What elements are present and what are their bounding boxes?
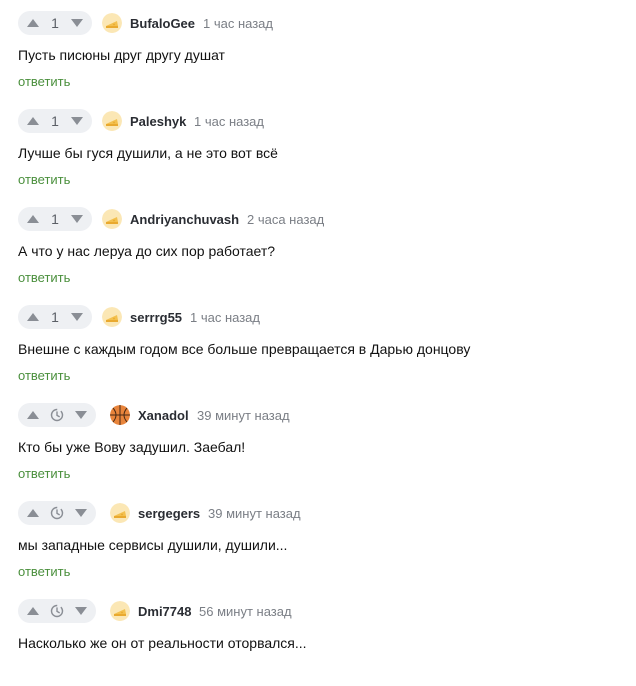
upvote-arrow-icon[interactable] [18, 305, 48, 329]
score-count: 1 [51, 113, 59, 129]
comment: 1 Paleshyk 1 час назад Лучше бы гуся душили… [0, 98, 636, 196]
cheese-avatar-icon[interactable] [102, 307, 122, 327]
score-count: 1 [51, 211, 59, 227]
cheese-avatar-icon[interactable] [110, 601, 130, 621]
comment-timestamp: 39 минут назад [197, 408, 290, 423]
author-name[interactable]: BufaloGee [130, 16, 195, 31]
comment-text: А что у нас леруа до сих пор работает? [18, 243, 276, 259]
author-name[interactable]: Andriyanchuvash [130, 212, 239, 227]
downvote-arrow-icon[interactable] [66, 403, 96, 427]
downvote-arrow-icon[interactable] [66, 501, 96, 525]
comment-timestamp: 39 минут назад [208, 506, 301, 521]
cheese-avatar-icon[interactable] [102, 111, 122, 131]
author-name[interactable]: Dmi7748 [138, 604, 191, 619]
vote-controls [18, 599, 96, 623]
downvote-arrow-icon[interactable] [66, 599, 96, 623]
cheese-avatar-icon[interactable] [110, 503, 130, 523]
reply-link[interactable]: ответить [18, 74, 70, 89]
vote-controls: 1 [18, 305, 92, 329]
reply-link[interactable]: ответить [18, 466, 70, 481]
downvote-arrow-icon[interactable] [62, 11, 92, 35]
comment-timestamp: 2 часа назад [247, 212, 325, 227]
upvote-arrow-icon[interactable] [18, 109, 48, 133]
vote-controls [18, 501, 96, 525]
comment-timestamp: 1 час назад [190, 310, 260, 325]
reply-link[interactable]: ответить [18, 270, 70, 285]
comment-text: Лучше бы гуся душили, а не это вот всё [18, 145, 278, 161]
comment-text: Кто бы уже Вову задушил. Заебал! [18, 439, 246, 455]
vote-controls: 1 [18, 207, 92, 231]
clock-icon [48, 501, 66, 525]
downvote-arrow-icon[interactable] [62, 207, 92, 231]
vote-controls: 1 [18, 109, 92, 133]
basketball-avatar-icon[interactable] [110, 405, 130, 425]
score-count: 1 [51, 15, 59, 31]
clock-icon [48, 403, 66, 427]
upvote-arrow-icon[interactable] [18, 207, 48, 231]
comments-list: 1 BufaloGee 1 час назад Пусть писюны друг д… [0, 0, 636, 660]
author-name[interactable]: Paleshyk [130, 114, 186, 129]
downvote-arrow-icon[interactable] [62, 305, 92, 329]
comment: 1 Andriyanchuvash 2 часа назад А что у нас … [0, 196, 636, 294]
comment-timestamp: 1 час назад [203, 16, 273, 31]
upvote-arrow-icon[interactable] [18, 11, 48, 35]
upvote-arrow-icon[interactable] [18, 599, 48, 623]
comment: 1 BufaloGee 1 час назад Пусть писюны друг д… [0, 0, 636, 98]
cheese-avatar-icon[interactable] [102, 13, 122, 33]
reply-link[interactable]: ответить [18, 368, 70, 383]
cheese-avatar-icon[interactable] [102, 209, 122, 229]
comment: Dmi7748 56 минут назад Насколько же он от … [0, 588, 636, 686]
comment-timestamp: 1 час назад [194, 114, 264, 129]
upvote-arrow-icon[interactable] [18, 501, 48, 525]
comment: 1 serrrg55 1 час назад Внешне с каждым годо… [0, 294, 636, 392]
downvote-arrow-icon[interactable] [62, 109, 92, 133]
comment-timestamp: 56 минут назад [199, 604, 292, 619]
reply-link[interactable]: ответить [18, 564, 70, 579]
comment: sergegers 39 минут назад мы западные серви… [0, 490, 636, 588]
comment: Xanadol 39 минут назад Кто бы уже Вову зад… [0, 392, 636, 490]
upvote-arrow-icon[interactable] [18, 403, 48, 427]
reply-link[interactable]: ответить [18, 172, 70, 187]
comment-text: Насколько же он от реальности оторвался.… [18, 635, 307, 651]
comment-text: Пусть писюны друг другу душат [18, 47, 225, 63]
author-name[interactable]: sergegers [138, 506, 200, 521]
author-name[interactable]: serrrg55 [130, 310, 182, 325]
vote-controls [18, 403, 96, 427]
score-count: 1 [51, 309, 59, 325]
clock-icon [48, 599, 66, 623]
author-name[interactable]: Xanadol [138, 408, 189, 423]
vote-controls: 1 [18, 11, 92, 35]
comment-text: мы западные сервисы душили, душили... [18, 537, 288, 553]
comment-text: Внешне с каждым годом все больше превращ… [18, 341, 471, 357]
